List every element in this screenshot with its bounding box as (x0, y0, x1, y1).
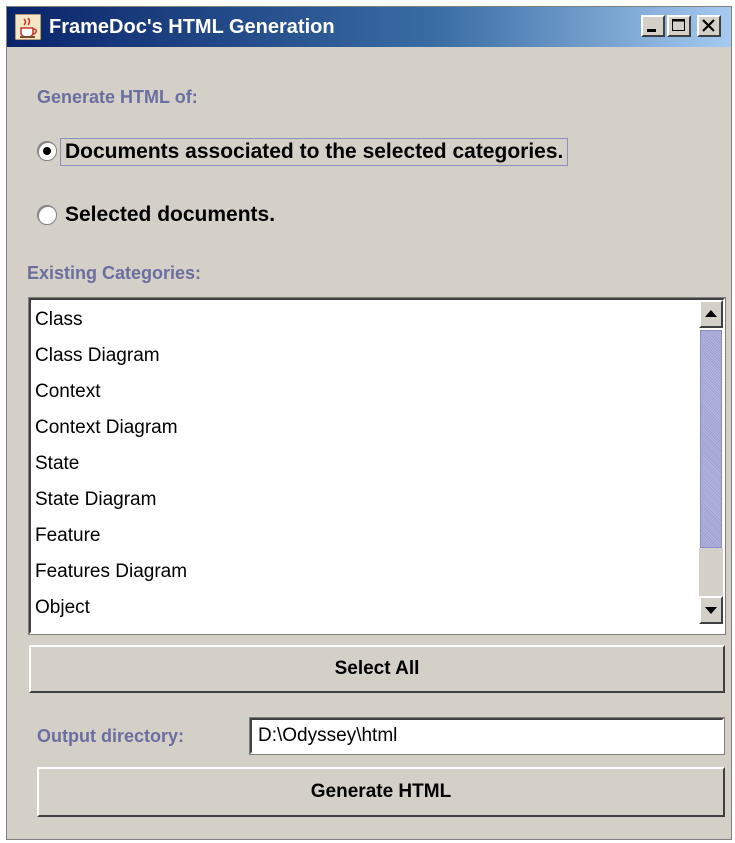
window-title: FrameDoc's HTML Generation (49, 16, 335, 38)
list-item[interactable]: State (35, 446, 695, 482)
radio-button-selected[interactable] (37, 141, 57, 161)
arrow-up-icon (705, 310, 717, 317)
maximize-button[interactable] (667, 15, 691, 37)
close-button[interactable] (697, 15, 721, 37)
list-item[interactable]: Context (35, 374, 695, 410)
java-coffee-cup-icon (15, 14, 41, 40)
categories-heading: Existing Categories: (27, 263, 202, 283)
scroll-thumb[interactable] (700, 330, 722, 548)
vertical-scrollbar[interactable] (699, 300, 723, 632)
output-directory-label: Output directory: (37, 726, 184, 746)
minimize-button[interactable] (641, 15, 665, 37)
generate-html-button[interactable]: Generate HTML (37, 767, 725, 817)
list-item[interactable]: Feature (35, 518, 695, 554)
list-item[interactable]: Class (35, 302, 695, 338)
list-item[interactable]: State Diagram (35, 482, 695, 518)
list-item[interactable]: Object (35, 590, 695, 626)
generate-heading: Generate HTML of: (37, 87, 198, 107)
radio-label-documents: Selected documents. (65, 203, 276, 226)
minimize-icon (647, 29, 656, 32)
list-item[interactable]: Features Diagram (35, 554, 695, 590)
html-generation-window: FrameDoc's HTML Generation Generate HTML… (6, 6, 732, 840)
list-item[interactable]: Context Diagram (35, 410, 695, 446)
close-icon (702, 19, 715, 32)
maximize-icon (672, 19, 685, 31)
category-items: Class Class Diagram Context Context Diagram… (35, 302, 695, 626)
scroll-track[interactable] (699, 548, 723, 596)
scroll-down-button[interactable] (699, 596, 723, 624)
title-bar[interactable]: FrameDoc's HTML Generation (7, 7, 731, 47)
arrow-down-icon (705, 607, 717, 614)
categories-list[interactable]: Class Class Diagram Context Context Diagram… (28, 297, 726, 635)
list-item[interactable]: Class Diagram (35, 338, 695, 374)
radio-button-unselected[interactable] (37, 205, 57, 225)
radio-label-categories: Documents associated to the selected cat… (60, 138, 569, 166)
select-all-button[interactable]: Select All (29, 645, 725, 693)
scroll-up-button[interactable] (699, 300, 723, 328)
output-directory-input[interactable] (249, 717, 725, 755)
